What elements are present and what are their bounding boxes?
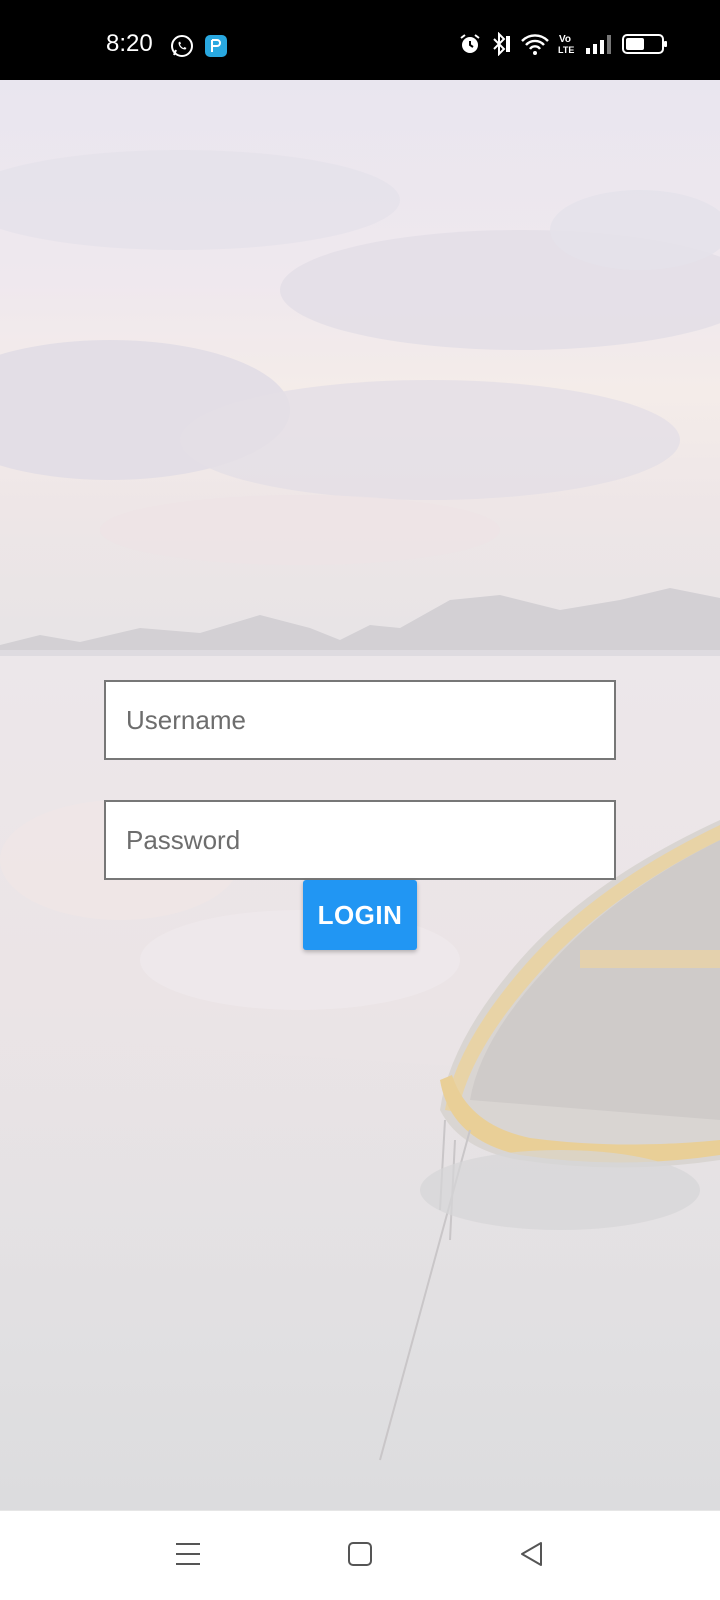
password-input[interactable] <box>126 802 614 878</box>
bluetooth-icon <box>490 32 512 56</box>
back-triangle-icon <box>519 1540 545 1573</box>
navigation-bar <box>0 1510 720 1600</box>
username-input[interactable] <box>126 682 614 758</box>
status-left-icons <box>170 34 228 58</box>
app-notification-icon <box>204 34 228 58</box>
signal-icon <box>584 32 614 56</box>
alarm-icon <box>458 32 482 56</box>
wifi-icon <box>520 32 550 56</box>
svg-text:Vo: Vo <box>559 34 571 45</box>
menu-icon <box>174 1541 202 1572</box>
status-right-icons: Vo LTE <box>458 32 668 56</box>
login-button[interactable]: LOGIN <box>303 880 417 950</box>
whatsapp-icon <box>170 34 194 58</box>
background-image <box>0 80 720 1510</box>
battery-icon <box>622 32 668 56</box>
username-field[interactable] <box>104 680 616 760</box>
back-button[interactable] <box>512 1536 552 1576</box>
svg-text:LTE: LTE <box>558 45 574 55</box>
volte-icon: Vo LTE <box>558 32 576 56</box>
home-button[interactable] <box>340 1536 380 1576</box>
status-time: 8:20 <box>106 30 153 57</box>
status-bar: 8:20 Vo LTE <box>0 0 720 80</box>
password-field[interactable] <box>104 800 616 880</box>
menu-button[interactable] <box>168 1536 208 1576</box>
home-square-icon <box>347 1541 373 1572</box>
